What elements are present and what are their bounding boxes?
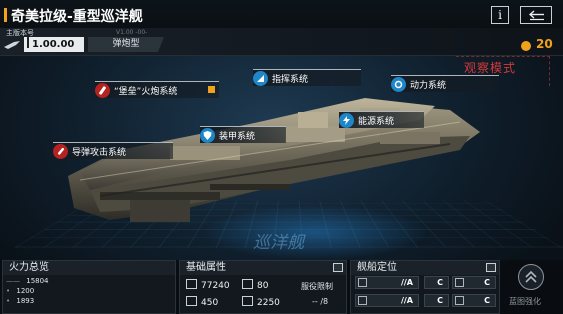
version-bar-mark	[27, 37, 29, 48]
coin-icon	[521, 41, 531, 51]
system-tag-missile[interactable]: 导弹攻击系统	[53, 142, 173, 159]
shield-icon	[200, 127, 215, 143]
attributes-title: 基础属性	[180, 261, 346, 275]
system-label-armor: 装甲系统	[219, 131, 256, 142]
firepower-row-value: 15804	[26, 277, 49, 285]
firepower-row-value: 1200	[16, 287, 35, 295]
attr-speed: 450	[186, 296, 218, 308]
page-title: 奇美拉级-重型巡洋舰	[11, 9, 143, 25]
attr-armor: 80	[242, 279, 268, 291]
observe-mode-label[interactable]: 观察模式	[464, 59, 516, 76]
system-tag-energy[interactable]: 能源系统	[339, 111, 424, 128]
position-cell: C	[424, 294, 449, 307]
hp-icon	[186, 279, 197, 289]
missile-icon	[53, 143, 68, 159]
upgrade-label: 蓝图强化	[509, 297, 541, 306]
attr-cost: 2250	[242, 296, 280, 308]
positioning-title: 舰船定位	[351, 261, 499, 275]
firepower-row-label: ——	[6, 277, 20, 285]
position-cell: C	[424, 276, 449, 289]
firepower-title: 火力总览	[3, 261, 175, 275]
back-button[interactable]	[520, 6, 552, 24]
position-cell-text: C	[437, 296, 443, 305]
firepower-row-value: 1893	[16, 297, 35, 305]
system-tag-weapon[interactable]: “堡垒”火炮系统	[95, 81, 219, 98]
role-icon	[358, 278, 367, 287]
position-cell-text: C	[437, 278, 443, 287]
firepower-row: • 1893	[6, 297, 34, 305]
system-label-command: 指挥系统	[272, 74, 309, 85]
system-label-missile: 导弹攻击系统	[72, 147, 127, 158]
version-number[interactable]: 1.00.00	[24, 37, 84, 52]
warning-icon	[208, 86, 215, 93]
role-icon	[455, 296, 464, 305]
system-tag-power[interactable]: 动力系统	[391, 75, 499, 92]
attr-hp-value: 77240	[201, 281, 230, 291]
ship-type-tag: 弹炮型	[88, 37, 164, 52]
role-icon	[455, 278, 464, 287]
energy-icon	[339, 112, 354, 128]
command-icon	[253, 70, 268, 86]
info-button[interactable]: i	[491, 6, 509, 24]
attr-cost-value: 2250	[257, 298, 280, 308]
attr-armor-value: 80	[257, 281, 269, 291]
coin-count: 20	[536, 37, 553, 51]
speed-icon	[186, 296, 197, 306]
firepower-row-label: •	[6, 287, 11, 295]
position-cell-text: C	[484, 296, 490, 305]
version-bar	[0, 28, 563, 56]
position-cell: C	[452, 294, 496, 307]
firepower-row: —— 15804	[6, 277, 49, 285]
upgrade-icon	[518, 264, 544, 290]
ship-class-icon	[4, 41, 20, 49]
system-label-energy: 能源系统	[358, 116, 395, 127]
system-label-weapon: “堡垒”火炮系统	[114, 86, 178, 97]
position-cell-text: //A	[400, 278, 413, 287]
ship-model-graphic	[68, 98, 480, 222]
attr-speed-value: 450	[201, 298, 219, 308]
position-cell-text: C	[484, 278, 490, 287]
system-tag-command[interactable]: 指挥系统	[253, 69, 361, 86]
position-cell: //A	[355, 294, 419, 307]
role-icon	[358, 296, 367, 305]
expand-attributes-button[interactable]	[333, 263, 343, 272]
ship-model[interactable]	[60, 80, 490, 250]
armor-icon	[242, 279, 253, 289]
back-icon	[529, 10, 544, 21]
system-tag-armor[interactable]: 装甲系统	[200, 126, 286, 143]
service-limit-label: 服役限制	[301, 282, 333, 291]
engine-icon	[391, 76, 406, 92]
firepower-row: • 1200	[6, 287, 34, 295]
blueprint-upgrade-button[interactable]: 蓝图强化	[504, 260, 560, 314]
position-cell: //A	[355, 276, 419, 289]
system-label-power: 动力系统	[410, 80, 447, 91]
cannon-icon	[95, 82, 110, 98]
service-limit-value: -- /8	[312, 297, 329, 306]
cost-icon	[242, 296, 253, 306]
position-cell: C	[452, 276, 496, 289]
version-code: V1.00 -00-	[116, 29, 148, 36]
positioning-detail-button[interactable]	[486, 263, 496, 272]
firepower-row-label: •	[6, 297, 11, 305]
attr-hp: 77240	[186, 279, 230, 291]
title-accent	[4, 8, 7, 22]
version-value: 1.00.00	[32, 39, 75, 50]
position-cell-text: //A	[400, 296, 413, 305]
